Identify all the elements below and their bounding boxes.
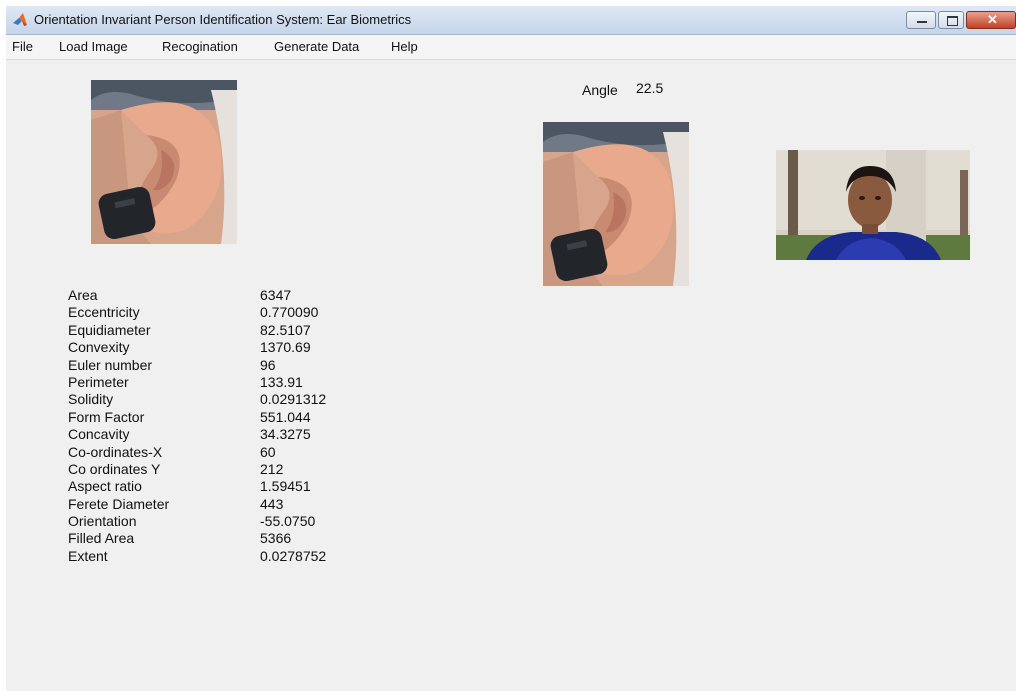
feature-name: Form Factor (68, 408, 145, 425)
feature-name: Eccentricity (68, 304, 140, 321)
maximize-button[interactable] (938, 11, 964, 29)
feature-value: 5366 (260, 530, 292, 547)
minimize-button[interactable] (906, 11, 936, 29)
feature-name: Convexity (68, 339, 130, 356)
angle-value: 22.5 (636, 80, 664, 96)
feature-value: 551.044 (260, 408, 311, 425)
app-window: Orientation Invariant Person Identificat… (6, 6, 1016, 691)
feature-name: Extent (68, 547, 108, 564)
feature-name: Filled Area (68, 530, 135, 547)
minimize-icon (917, 21, 927, 23)
close-button[interactable]: ✕ (966, 11, 1016, 29)
feature-name: Concavity (68, 426, 130, 443)
feature-value: 0.0291312 (260, 391, 327, 408)
menu-generate-data[interactable]: Generate Data (274, 39, 359, 54)
window-title: Orientation Invariant Person Identificat… (34, 12, 412, 27)
feature-value: 212 (260, 460, 284, 477)
feature-value: -55.0750 (260, 513, 316, 530)
menu-recogination[interactable]: Recogination (162, 39, 238, 54)
person-photo (776, 150, 970, 260)
feature-name: Aspect ratio (68, 478, 142, 495)
feature-value: 1370.69 (260, 339, 311, 356)
feature-value: 60 (260, 443, 276, 460)
feature-value: 6347 (260, 287, 292, 303)
menu-help[interactable]: Help (391, 39, 418, 54)
feature-value: 1.59451 (260, 478, 311, 495)
angle-label: Angle (582, 82, 618, 98)
rotated-ear-image (543, 122, 689, 286)
input-ear-image (91, 80, 237, 244)
feature-name: Orientation (68, 513, 137, 530)
rotated-ear-photo (543, 122, 689, 286)
feature-value: 34.3275 (260, 426, 311, 443)
matched-person-image (776, 150, 970, 260)
feature-name: Co ordinates Y (68, 460, 161, 477)
title-bar[interactable]: Orientation Invariant Person Identificat… (6, 6, 1016, 35)
menu-bar: File Load Image Recogination Generate Da… (6, 35, 1016, 60)
menu-file[interactable]: File (12, 39, 33, 54)
feature-value: 443 (260, 495, 284, 512)
feature-value: 133.91 (260, 373, 303, 390)
feature-name: Solidity (68, 391, 114, 408)
close-icon: ✕ (987, 12, 998, 27)
feature-name: Perimeter (68, 373, 129, 390)
menu-load-image[interactable]: Load Image (59, 39, 128, 54)
feature-value: 82.5107 (260, 321, 311, 338)
matlab-logo-icon (13, 13, 27, 26)
feature-value: 0.0278752 (260, 547, 327, 564)
feature-name: Area (68, 287, 98, 303)
feature-value: 96 (260, 356, 276, 373)
ear-photo (91, 80, 237, 244)
feature-name: Co-ordinates-X (68, 443, 163, 460)
feature-name: Euler number (68, 356, 153, 373)
feature-name: Equidiameter (68, 321, 151, 338)
maximize-icon (947, 16, 958, 26)
feature-value: 0.770090 (260, 304, 319, 321)
feature-name: Ferete Diameter (68, 495, 170, 512)
